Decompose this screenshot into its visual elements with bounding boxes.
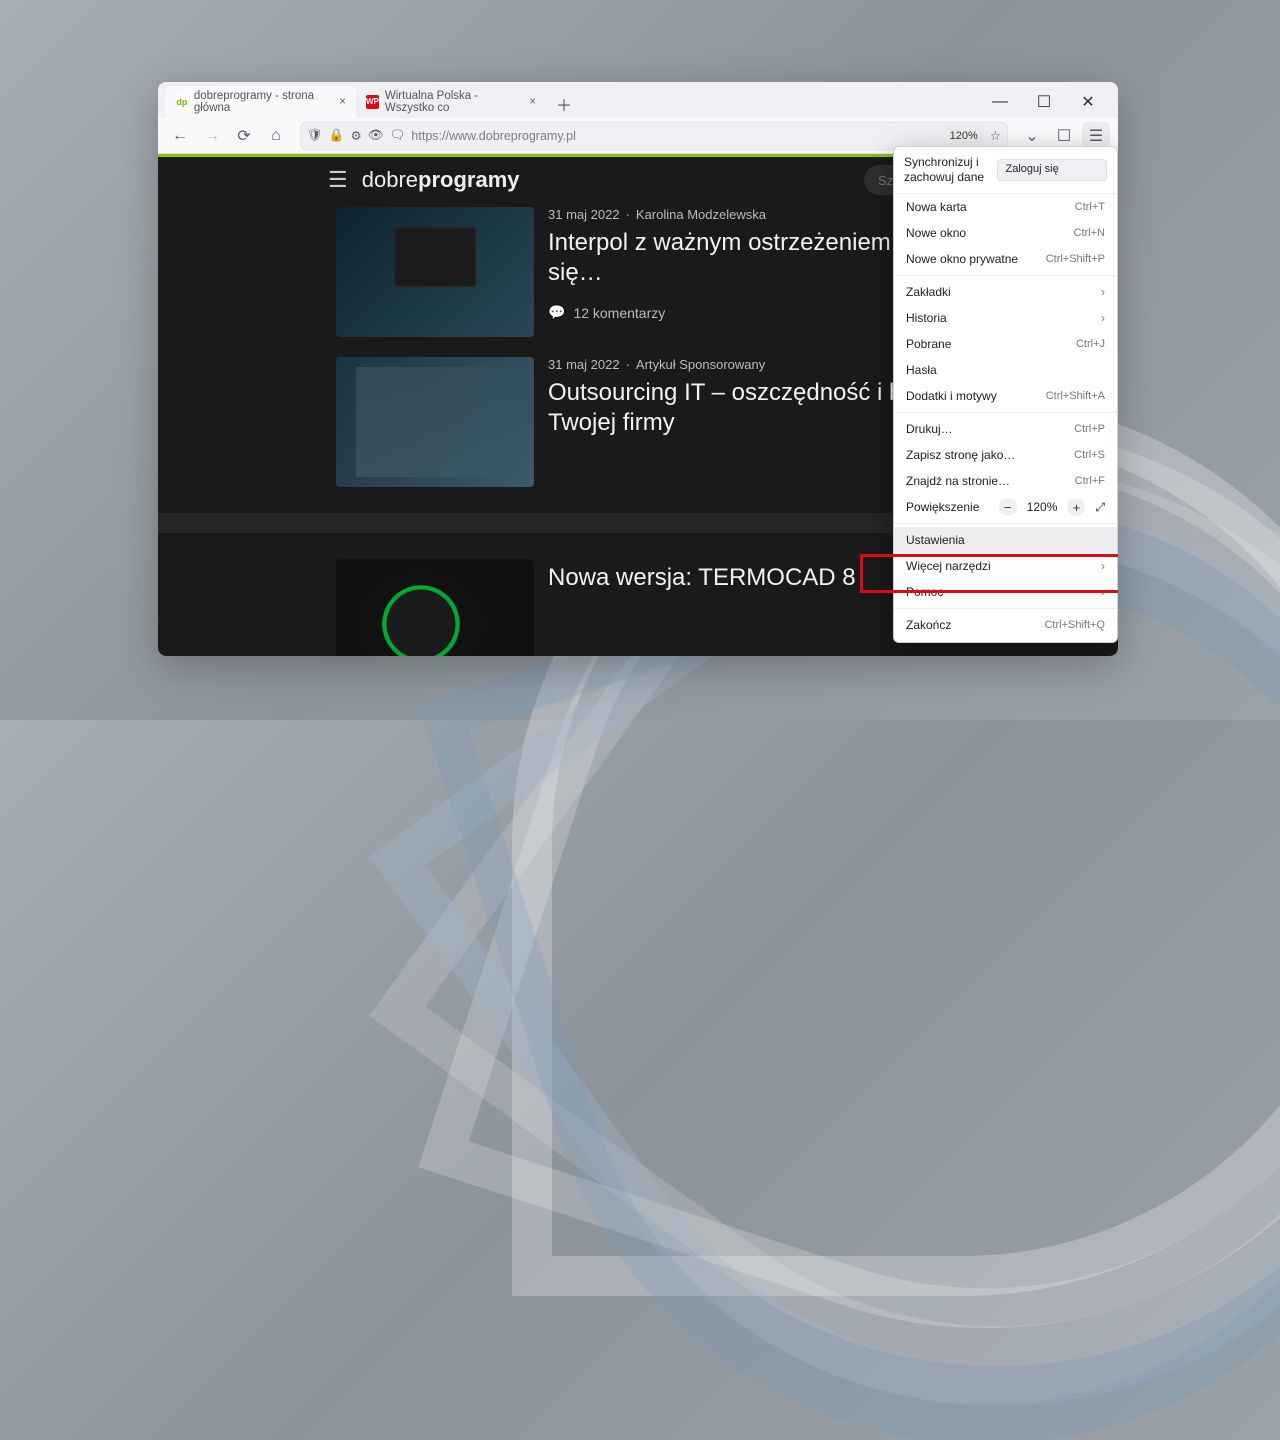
browser-window: dp dobreprogramy - strona główna × WP Wi… — [158, 82, 1118, 656]
tracking-icon[interactable]: 👁 — [368, 128, 384, 143]
home-button[interactable]: ⌂ — [262, 122, 290, 150]
window-controls: — ☐ ✕ — [978, 86, 1110, 118]
menu-item[interactable]: Zakładki› — [894, 279, 1117, 305]
tab-1-title: dobreprogramy - strona główna — [194, 90, 329, 114]
fullscreen-icon[interactable]: ⤢ — [1095, 500, 1105, 515]
maximize-button[interactable]: ☐ — [1022, 86, 1066, 118]
comment-icon: 💬 — [548, 304, 565, 321]
menu-item[interactable]: Ustawienia — [894, 527, 1117, 553]
favicon-wp: WP — [366, 95, 379, 109]
site-logo[interactable]: dobreprogramy — [362, 167, 520, 193]
reload-button[interactable]: ⟳ — [230, 122, 258, 150]
menu-item[interactable]: Znajdź na stronie…Ctrl+F — [894, 468, 1117, 494]
menu-item[interactable]: Dodatki i motywyCtrl+Shift+A — [894, 383, 1117, 409]
menu-sync-row[interactable]: Synchronizuj i zachowuj dane Zaloguj się — [894, 147, 1117, 194]
close-icon[interactable]: × — [529, 96, 536, 108]
back-button[interactable]: ← — [166, 122, 194, 150]
zoom-indicator[interactable]: 120% — [944, 125, 984, 147]
new-tab-button[interactable]: ＋ — [550, 90, 578, 118]
menu-item[interactable]: ZakończCtrl+Shift+Q — [894, 612, 1117, 638]
menu-item[interactable]: Nowa kartaCtrl+T — [894, 194, 1117, 220]
article-thumb — [336, 207, 534, 337]
close-window-button[interactable]: ✕ — [1066, 86, 1110, 118]
permissions-icon[interactable]: ⚙ — [350, 128, 361, 143]
menu-item[interactable]: Powiększenie−120%+⤢ — [894, 494, 1117, 520]
zoom-out-button[interactable]: − — [999, 498, 1017, 516]
menu-item[interactable]: Więcej narzędzi› — [894, 553, 1117, 579]
tab-1[interactable]: dp dobreprogramy - strona główna × — [166, 86, 356, 118]
minimize-button[interactable]: — — [978, 86, 1022, 118]
shield-icon[interactable]: 🛡 — [307, 128, 323, 143]
menu-item[interactable]: Historia› — [894, 305, 1117, 331]
forward-button[interactable]: → — [198, 122, 226, 150]
bookmark-star-icon[interactable]: ☆ — [990, 128, 1001, 143]
menu-item[interactable]: PobraneCtrl+J — [894, 331, 1117, 357]
article-thumb — [336, 357, 534, 487]
login-button[interactable]: Zaloguj się — [997, 159, 1108, 181]
tab-2[interactable]: WP Wirtualna Polska - Wszystko co × — [356, 86, 546, 118]
close-icon[interactable]: × — [339, 96, 346, 108]
menu-item[interactable]: Zapisz stronę jako…Ctrl+S — [894, 442, 1117, 468]
article-title: Nowa wersja: TERMOCAD 8 — [548, 563, 856, 593]
favicon-dp: dp — [176, 95, 188, 109]
tab-2-title: Wirtualna Polska - Wszystko co — [385, 90, 519, 114]
reader-icon[interactable]: 🗨 — [390, 128, 406, 143]
menu-item[interactable]: Nowe okno prywatneCtrl+Shift+P — [894, 246, 1117, 272]
menu-item[interactable]: Pomoc› — [894, 579, 1117, 605]
lock-icon[interactable]: 🔒 — [329, 128, 345, 143]
menu-item[interactable]: Hasła — [894, 357, 1117, 383]
article-thumb — [336, 559, 534, 656]
tab-strip: dp dobreprogramy - strona główna × WP Wi… — [158, 82, 1118, 118]
menu-item[interactable]: Drukuj…Ctrl+P — [894, 416, 1117, 442]
zoom-in-button[interactable]: + — [1067, 498, 1085, 516]
site-menu-icon[interactable]: ☰ — [328, 167, 348, 193]
app-menu: Synchronizuj i zachowuj dane Zaloguj się… — [893, 146, 1118, 643]
url-text: https://www.dobreprogramy.pl — [411, 129, 575, 143]
menu-item[interactable]: Nowe oknoCtrl+N — [894, 220, 1117, 246]
